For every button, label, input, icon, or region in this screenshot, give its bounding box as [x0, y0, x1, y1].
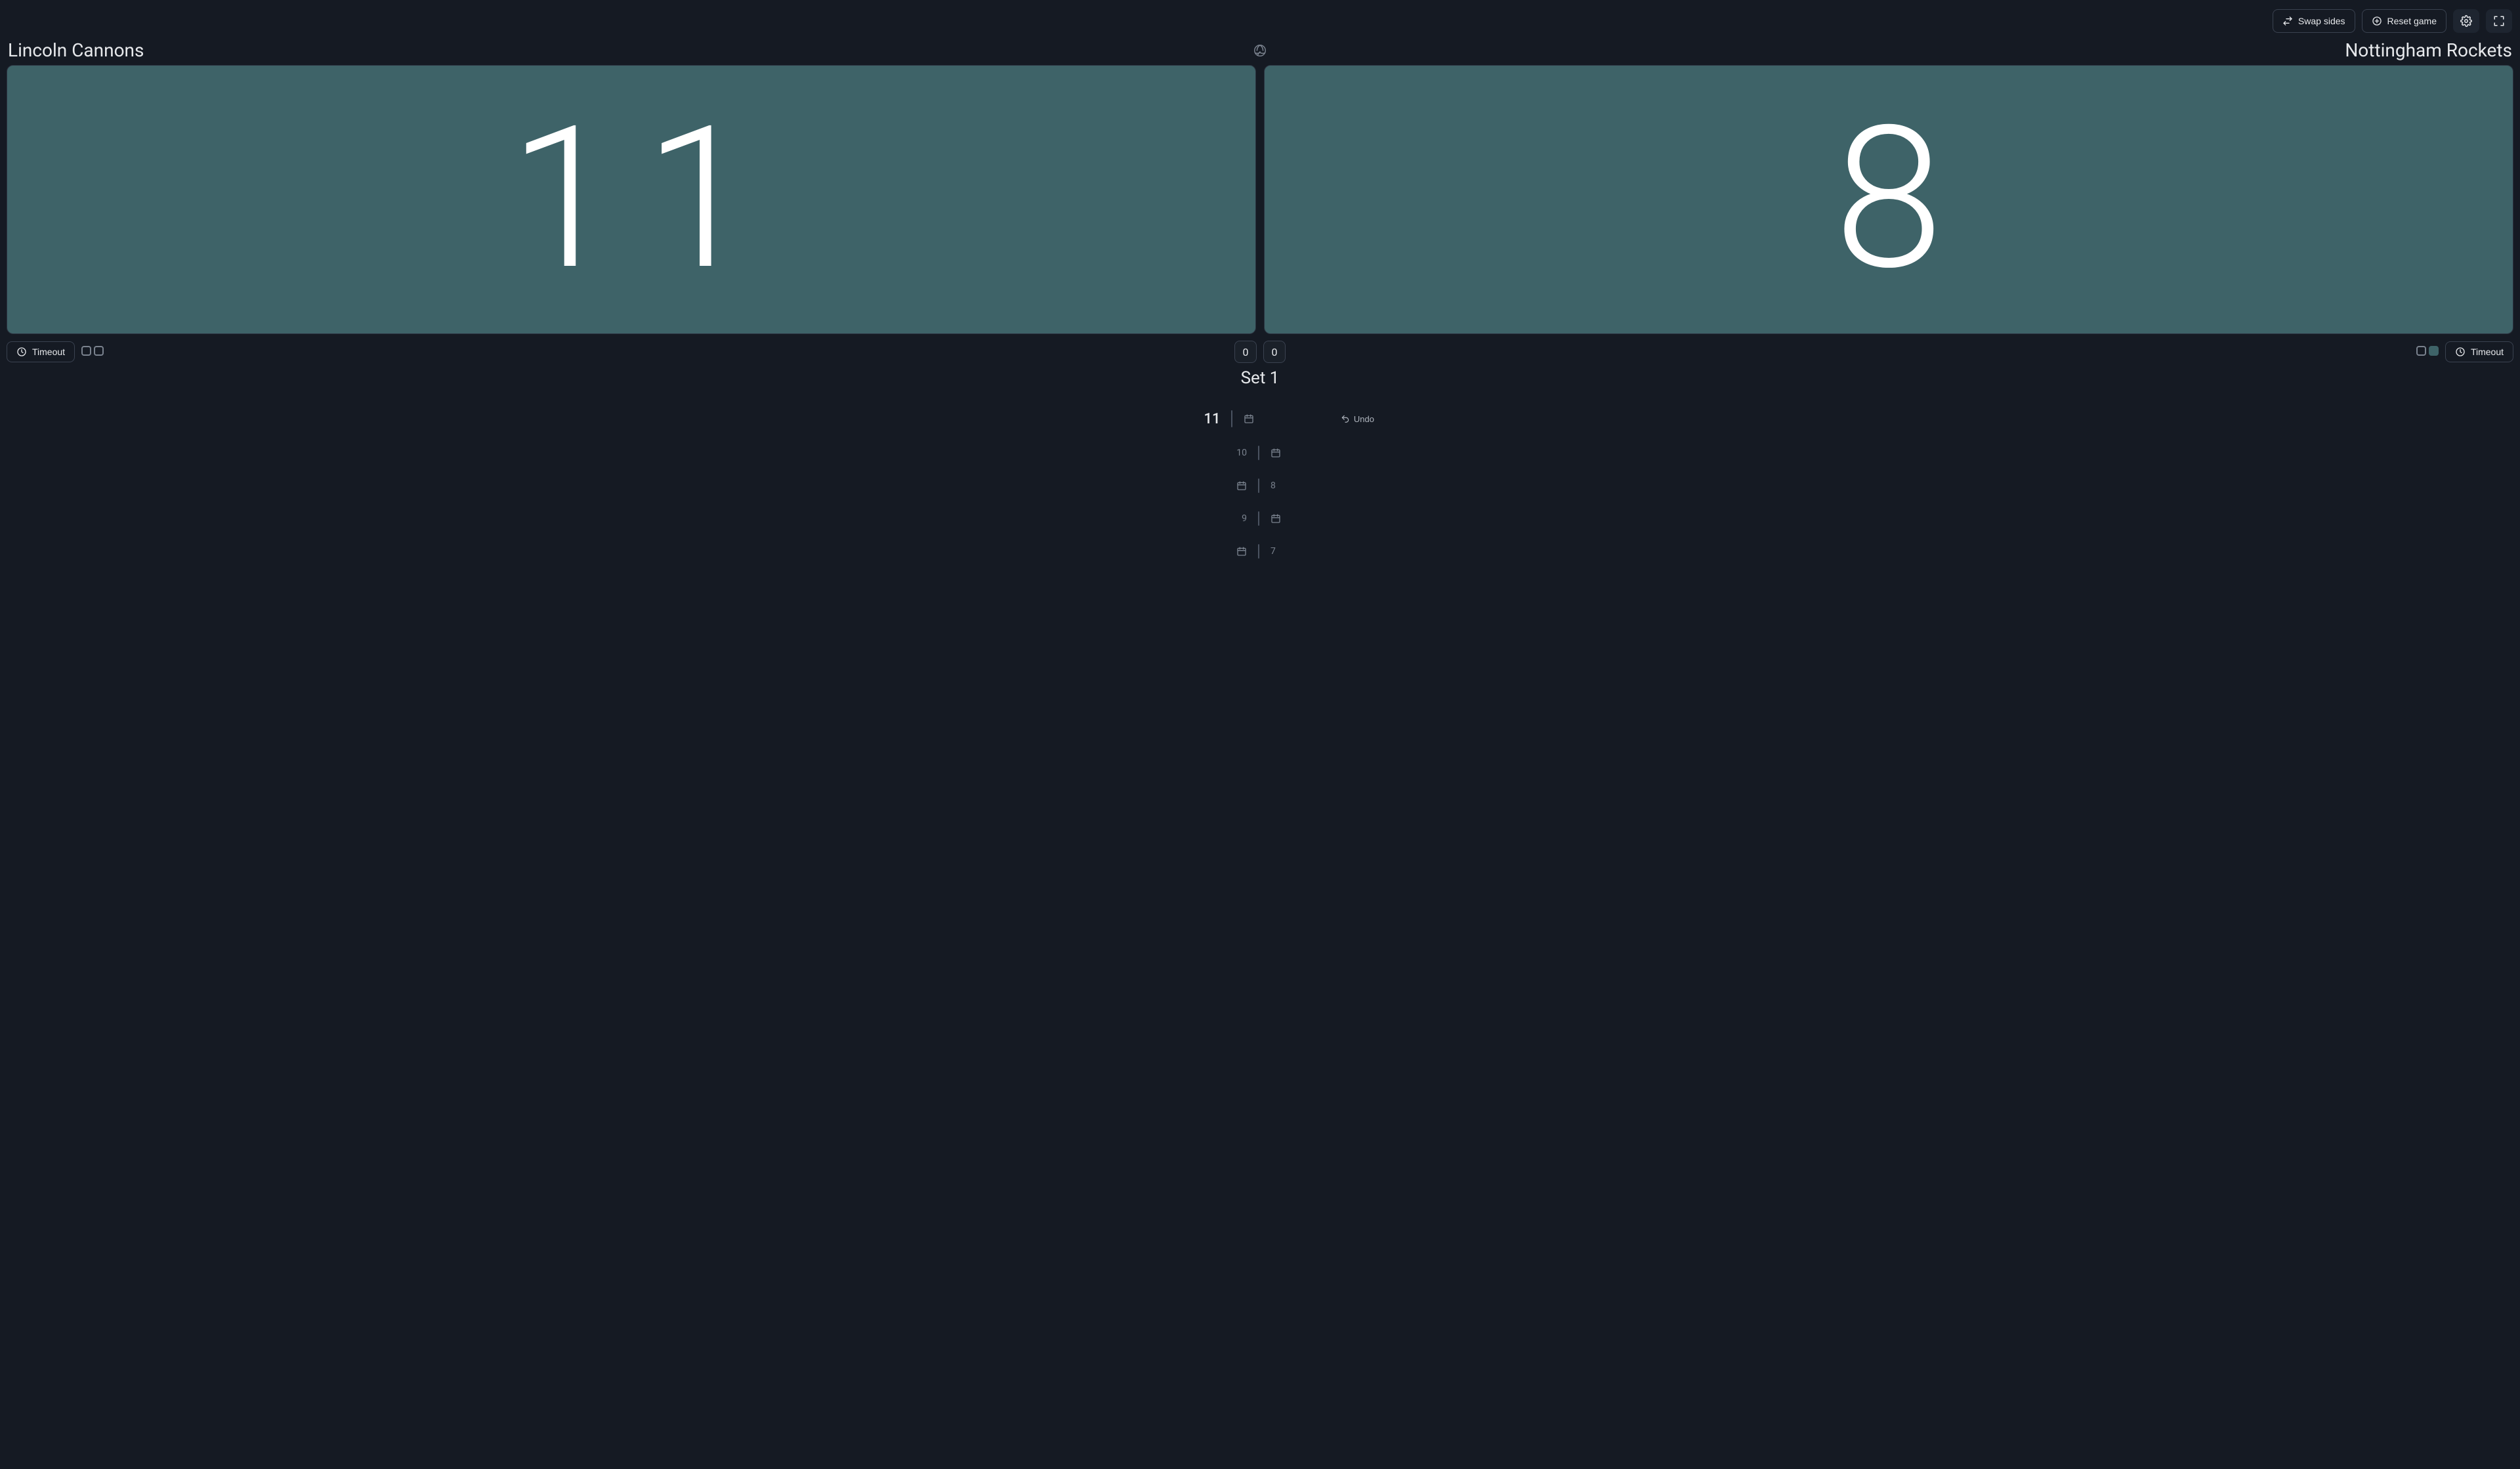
set-label: Set 1 [1241, 368, 1280, 388]
score-card-right[interactable]: 8 [1264, 65, 2513, 334]
log-right-cell: 8 [1270, 480, 1376, 491]
settings-button[interactable] [2453, 9, 2479, 33]
calendar-icon [1270, 448, 1281, 458]
log-row: 9 [1142, 511, 1378, 526]
score-left-value: 11 [483, 101, 780, 298]
log-separator [1258, 511, 1259, 526]
sets-center: 0 0 [1234, 341, 1286, 363]
timeout-indicators-left [81, 346, 104, 358]
log-left-cell: 10 [1142, 448, 1247, 458]
below-row: Timeout 0 0 Timeout [5, 334, 2515, 363]
calendar-icon [1270, 513, 1281, 524]
calendar-icon [1236, 480, 1247, 491]
timeout-dot [94, 346, 104, 356]
swap-sides-button[interactable]: Swap sides [2273, 9, 2355, 33]
swap-icon [2282, 16, 2293, 26]
clock-icon [2455, 347, 2466, 357]
log-left-cell [1142, 480, 1247, 491]
topbar: Swap sides Reset game [5, 5, 2515, 39]
scores-row: 11 8 [5, 65, 2515, 334]
log-value: 7 [1270, 546, 1276, 557]
timeout-label-left: Timeout [32, 347, 65, 357]
log-value: 9 [1242, 513, 1247, 524]
log-row: 10 [1142, 446, 1378, 460]
timeout-group-right: Timeout [1293, 341, 2513, 362]
timeout-button-left[interactable]: Timeout [7, 341, 75, 362]
clock-icon [16, 347, 27, 357]
log-right-cell [1244, 414, 1322, 424]
log-separator [1231, 410, 1232, 427]
teams-row: Lincoln Cannons Nottingham Rockets [5, 39, 2515, 65]
log-right-cell: 7 [1270, 546, 1376, 557]
log-row: 11 Undo [1142, 410, 1378, 427]
timeout-dot [81, 346, 91, 356]
reset-game-label: Reset game [2387, 16, 2437, 26]
log-value: 11 [1204, 411, 1220, 427]
log-left-cell [1142, 546, 1247, 557]
team-right-name: Nottingham Rockets [1267, 39, 2512, 61]
log-value: 8 [1270, 480, 1276, 491]
log-value: 10 [1236, 448, 1247, 458]
sets-won-left: 0 [1234, 341, 1257, 363]
log-separator [1258, 446, 1259, 460]
fullscreen-button[interactable] [2486, 9, 2512, 33]
undo-label: Undo [1354, 414, 1374, 424]
score-right-value: 8 [1834, 101, 1943, 298]
reset-game-button[interactable]: Reset game [2362, 9, 2446, 33]
sets-won-right: 0 [1263, 341, 1286, 363]
log-row: 8 [1142, 479, 1378, 493]
calendar-icon [1236, 546, 1247, 557]
gear-icon [2460, 15, 2472, 27]
undo-icon [1341, 414, 1350, 423]
reset-icon [2372, 16, 2382, 26]
score-log: 11 Undo 10 8 9 7 [5, 388, 2515, 1464]
log-right-cell [1270, 448, 1376, 458]
score-card-left[interactable]: 11 [7, 65, 1256, 334]
undo-button[interactable]: Undo [1337, 412, 1378, 427]
log-left-cell: 11 [1142, 411, 1220, 427]
maximize-icon [2493, 15, 2505, 27]
timeout-dot [2429, 346, 2439, 356]
timeout-group-left: Timeout [7, 341, 1227, 362]
log-extra-cell: Undo [1325, 412, 1378, 427]
log-separator [1258, 479, 1259, 493]
log-right-cell [1270, 513, 1376, 524]
log-left-cell: 9 [1142, 513, 1247, 524]
timeout-dot [2416, 346, 2426, 356]
log-separator [1258, 544, 1259, 559]
set-label-row: Set 1 [5, 363, 2515, 388]
timeout-label-right: Timeout [2471, 347, 2504, 357]
app-root: Swap sides Reset game Lincoln Cannons No… [0, 0, 2520, 1469]
volleyball-icon [1253, 43, 1267, 58]
timeout-button-right[interactable]: Timeout [2445, 341, 2513, 362]
log-row: 7 [1142, 544, 1378, 559]
swap-sides-label: Swap sides [2298, 16, 2345, 26]
team-left-name: Lincoln Cannons [8, 39, 1253, 61]
calendar-icon [1244, 414, 1254, 424]
timeout-indicators-right [2416, 346, 2439, 358]
